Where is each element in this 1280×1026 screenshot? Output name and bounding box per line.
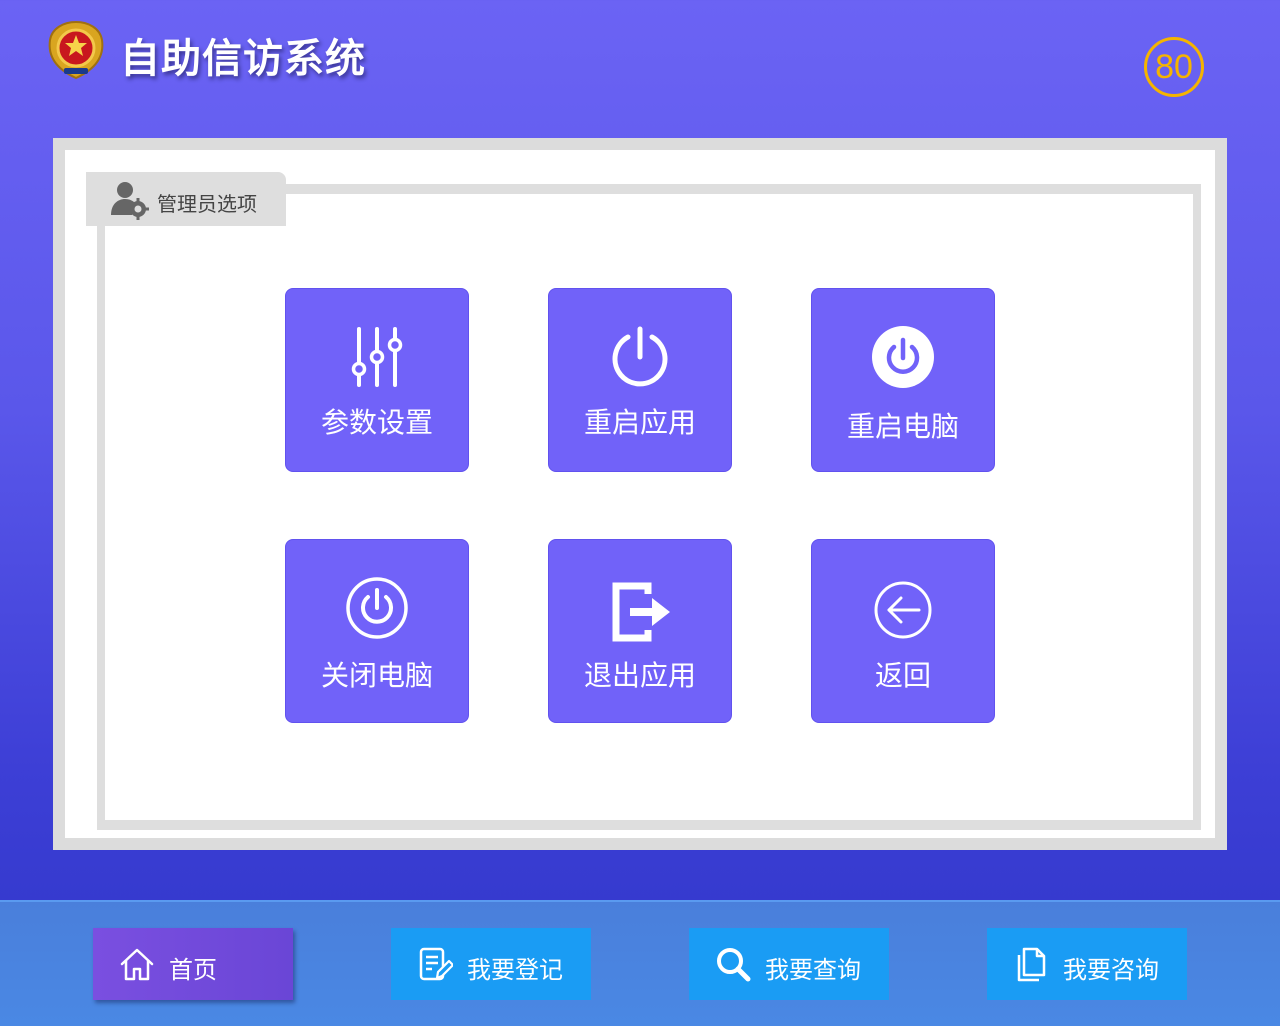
admin-options-tab-label: 管理员选项 [157,192,257,216]
nav-consult-label: 我要咨询 [1063,956,1159,984]
shutdown-computer-tile-label: 关闭电脑 [320,659,433,692]
power-icon [612,326,668,387]
admin-user-gear-icon [111,182,149,220]
document-copy-icon [1017,947,1046,982]
restart-computer-tile[interactable]: 重启电脑 [811,288,995,472]
restart-app-tile-label: 重启应用 [583,406,696,439]
back-arrow-circle-icon [874,581,932,639]
shutdown-computer-tile[interactable]: 关闭电脑 [285,539,469,723]
admin-options-tab: 管理员选项 [86,172,286,226]
police-emblem-icon [48,20,104,80]
nav-home-button[interactable]: 首页 [93,928,293,1000]
edit-document-icon [419,947,453,981]
power-circle-filled-icon [872,326,934,388]
countdown-timer: 80 [1144,37,1204,97]
exit-app-tile[interactable]: 退出应用 [548,539,732,723]
bottom-nav: 首页 我要登记 我要查询 我要咨询 [0,900,1280,1026]
app-title: 自助信访系统 [120,36,366,82]
settings-tile-label: 参数设置 [320,406,433,439]
sliders-icon [351,327,403,387]
back-tile-label: 返回 [874,659,931,692]
nav-register-label: 我要登记 [467,956,563,984]
nav-register-button[interactable]: 我要登记 [391,928,591,1000]
restart-computer-tile-label: 重启电脑 [846,410,959,443]
nav-home-label: 首页 [169,956,217,984]
search-icon [717,948,751,982]
settings-tile[interactable]: 参数设置 [285,288,469,472]
admin-panel: 管理员选项 [53,138,1227,850]
nav-consult-button[interactable]: 我要咨询 [987,928,1187,1000]
restart-app-tile[interactable]: 重启应用 [548,288,732,472]
nav-query-button[interactable]: 我要查询 [689,928,889,1000]
header: 自助信访系统 80 [0,0,1280,110]
nav-query-label: 我要查询 [765,956,861,984]
power-circle-icon [346,577,408,639]
back-tile[interactable]: 返回 [811,539,995,723]
exit-app-tile-label: 退出应用 [583,659,696,692]
home-icon [120,948,154,981]
exit-arrow-icon [612,582,670,642]
